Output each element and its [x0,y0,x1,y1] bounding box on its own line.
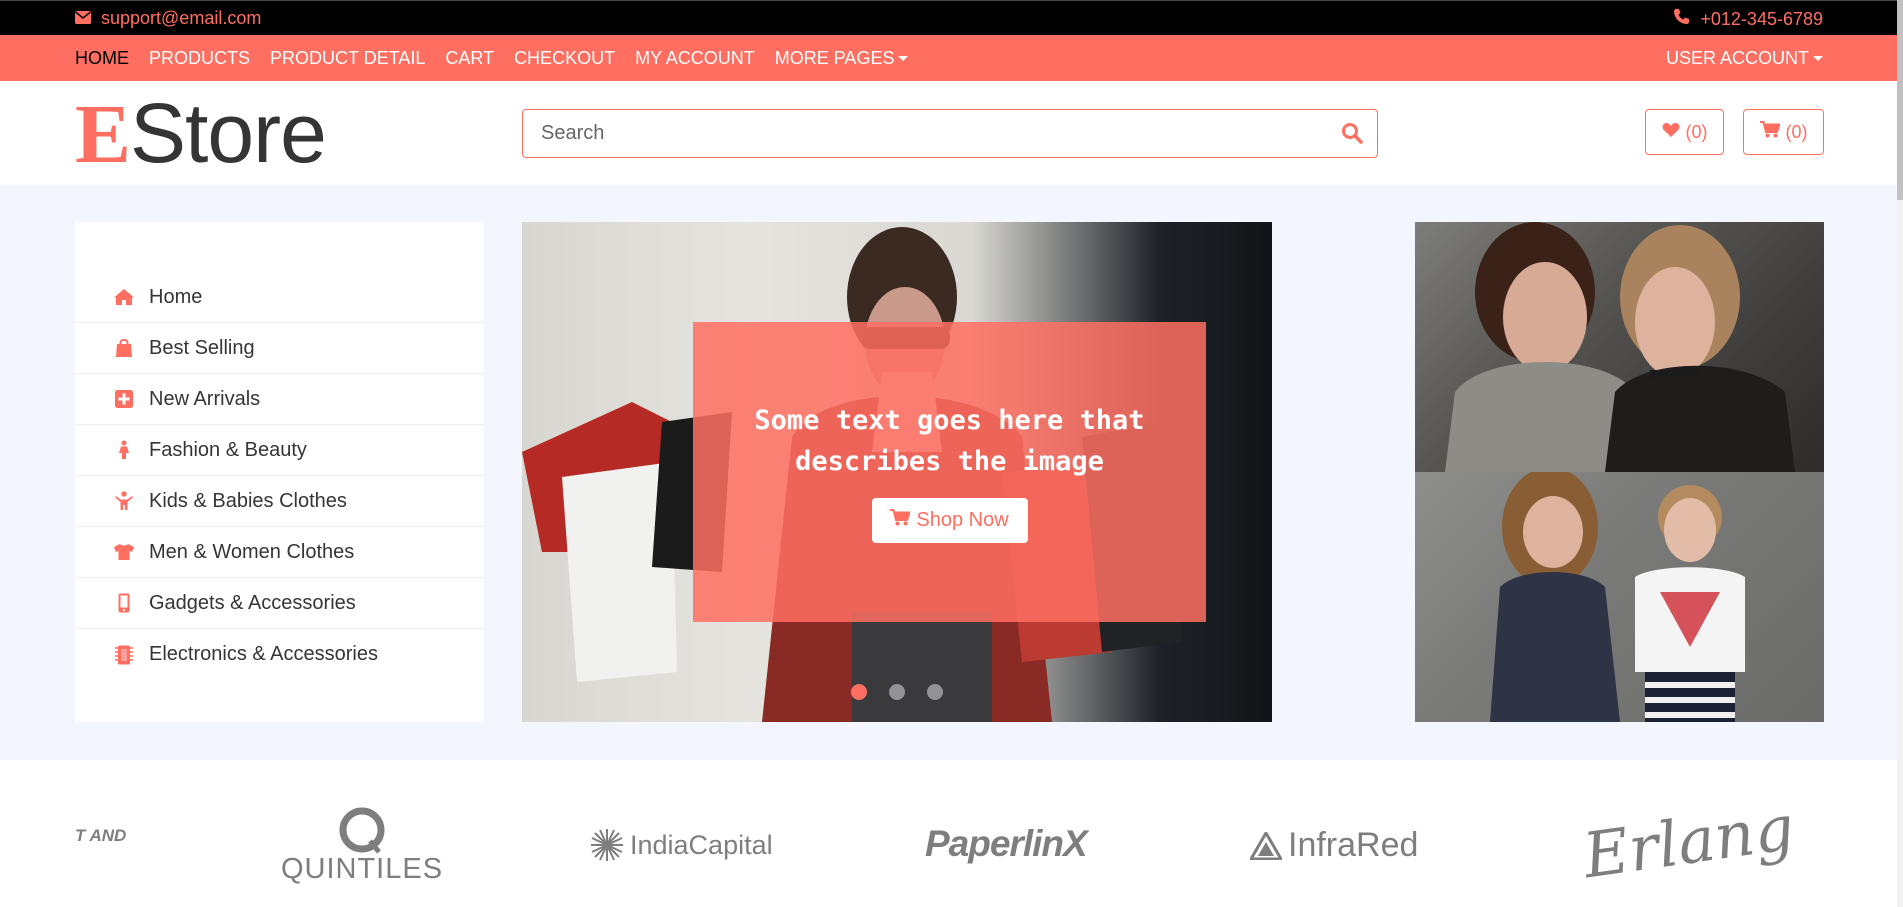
caret-down-icon [1813,56,1823,62]
nav-my-account[interactable]: MY ACCOUNT [635,48,755,69]
brand-name: PaperlinX [925,823,1088,864]
sidebar-item-label: Gadgets & Accessories [149,591,356,614]
brand-logos-strip: T AND QUINTILES IndiaCapital PaperlinX I… [0,760,1903,907]
brand-logo-paperlinx[interactable]: PaperlinX [925,823,1088,865]
sidebar-item-home[interactable]: Home [75,272,484,323]
triangle-logo-icon [1250,831,1282,860]
brand-name: Erlang [1578,790,1799,893]
support-phone[interactable]: +012-345-6789 [1673,8,1823,30]
cart-button[interactable]: (0) [1743,109,1824,155]
brand-logo-quintiles[interactable]: QUINTILES [277,805,447,886]
brand-logo-indiacapital[interactable]: IndiaCapital [590,828,773,862]
top-bar: support@email.com +012-345-6789 [0,0,1903,35]
sunburst-icon [591,829,623,861]
brand-name: IndiaCapital [630,829,773,860]
sidebar-item-label: Kids & Babies Clothes [149,489,347,512]
support-email[interactable]: support@email.com [75,8,261,29]
logo-initial: E [75,88,131,181]
page-scrollbar[interactable] [1897,0,1903,907]
carousel-dot-2[interactable] [889,684,905,700]
sidebar-item-new-arrivals[interactable]: New Arrivals [75,374,484,425]
wishlist-count: (0) [1685,121,1708,142]
user-account-label: USER ACCOUNT [1665,47,1809,68]
search-input[interactable] [523,110,1323,157]
cart-count: (0) [1785,121,1808,142]
female-icon [113,439,135,461]
category-sidebar: Home Best Selling New Arrivals Fashion &… [75,222,484,722]
quintiles-ring-icon [339,807,385,854]
search-icon[interactable] [1341,122,1365,146]
sidebar-item-label: Fashion & Beauty [149,438,307,461]
nav-more-pages-label: MORE PAGES [774,47,895,68]
site-header: EStore (0) (0) [0,81,1903,185]
caret-down-icon [898,56,909,62]
carousel-dot-3[interactable] [927,684,943,700]
shop-now-label: Shop Now [916,509,1009,531]
tshirt-icon [113,541,135,563]
support-phone-text: +012-345-6789 [1700,8,1823,29]
mobile-icon [113,592,135,614]
cart-icon [890,509,912,532]
carousel-dot-1[interactable] [851,684,867,700]
carousel-indicators [522,684,1272,700]
brand-logo-infrared[interactable]: InfraRed [1250,826,1418,865]
sidebar-item-label: New Arrivals [149,387,261,410]
plus-square-icon [113,388,135,410]
hero-carousel[interactable]: Some text goes here that describes the i… [522,222,1272,722]
nav-checkout[interactable]: CHECKOUT [514,48,615,69]
logo-text: Store [130,86,327,180]
child-icon [113,490,135,512]
nav-products[interactable]: PRODUCTS [149,48,250,69]
shopping-bag-icon [113,337,135,359]
shop-now-button[interactable]: Shop Now [871,498,1028,543]
sidebar-item-label: Men & Women Clothes [149,540,355,563]
scrollbar-thumb[interactable] [1897,0,1903,200]
microchip-icon [113,644,135,666]
sidebar-item-best-selling[interactable]: Best Selling [75,323,484,374]
sidebar-item-fashion-beauty[interactable]: Fashion & Beauty [75,425,484,476]
sidebar-item-label: Electronics & Accessories [149,643,378,665]
sidebar-item-label: Best Selling [149,336,255,359]
user-account-dropdown[interactable]: USER ACCOUNT [1666,48,1823,69]
brand-logo-partial[interactable]: T AND [75,826,135,846]
envelope-icon [75,8,91,29]
brand-logo-erlang[interactable]: Erlang [1579,791,1798,893]
home-icon [113,286,135,308]
nav-product-detail[interactable]: PRODUCT DETAIL [270,48,425,69]
nav-home[interactable]: HOME [75,48,129,69]
brand-name: QUINTILES [280,853,444,885]
phone-icon [1673,8,1690,30]
sidebar-item-gadgets[interactable]: Gadgets & Accessories [75,578,484,629]
estore-logo[interactable]: EStore [75,91,327,177]
carousel-caption-text: Some text goes here that describes the i… [754,405,1145,477]
sidebar-item-kids-babies[interactable]: Kids & Babies Clothes [75,476,484,527]
sidebar-item-men-women[interactable]: Men & Women Clothes [75,527,484,578]
sidebar-item-electronics[interactable]: Electronics & Accessories [75,629,484,680]
main-navbar: HOME PRODUCTS PRODUCT DETAIL CART CHECKO… [0,35,1903,81]
brand-name: InfraRed [1288,826,1419,864]
carousel-caption: Some text goes here that describes the i… [693,322,1206,622]
promo-image-women[interactable] [1415,222,1824,472]
cart-icon [1759,121,1781,143]
brand-name: T AND [75,826,127,845]
nav-more-pages-dropdown[interactable]: MORE PAGES [775,48,909,69]
support-email-text: support@email.com [101,8,262,28]
heart-icon [1662,122,1680,143]
search-bar [522,109,1378,158]
hero-section: Home Best Selling New Arrivals Fashion &… [0,185,1903,760]
promo-image-kids[interactable] [1415,472,1824,722]
wishlist-button[interactable]: (0) [1645,109,1724,155]
nav-cart[interactable]: CART [445,48,494,69]
sidebar-item-label: Home [149,285,203,308]
